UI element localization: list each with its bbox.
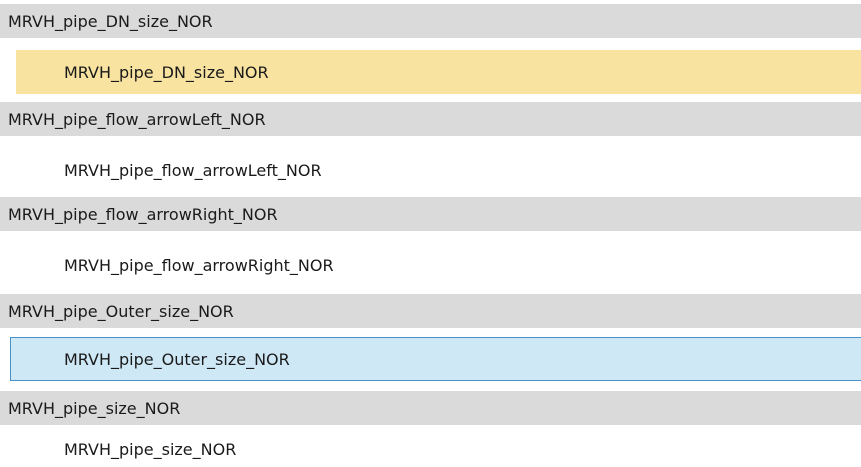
list-item-dn-size[interactable]: MRVH_pipe_DN_size_NOR [16, 50, 861, 94]
list-item-outer-size[interactable]: MRVH_pipe_Outer_size_NOR [10, 337, 861, 381]
group-header-flow-arrow-left[interactable]: MRVH_pipe_flow_arrowLeft_NOR [0, 102, 861, 136]
group-header-dn-size[interactable]: MRVH_pipe_DN_size_NOR [0, 4, 861, 38]
grouped-list: MRVH_pipe_DN_size_NOR MRVH_pipe_DN_size_… [0, 0, 861, 467]
list-item-flow-arrow-left[interactable]: MRVH_pipe_flow_arrowLeft_NOR [0, 148, 861, 192]
list-item-size[interactable]: MRVH_pipe_size_NOR [0, 432, 861, 467]
group-header-size[interactable]: MRVH_pipe_size_NOR [0, 391, 861, 425]
list-item-flow-arrow-right[interactable]: MRVH_pipe_flow_arrowRight_NOR [0, 243, 861, 287]
group-header-flow-arrow-right[interactable]: MRVH_pipe_flow_arrowRight_NOR [0, 197, 861, 231]
group-header-outer-size[interactable]: MRVH_pipe_Outer_size_NOR [0, 294, 861, 328]
